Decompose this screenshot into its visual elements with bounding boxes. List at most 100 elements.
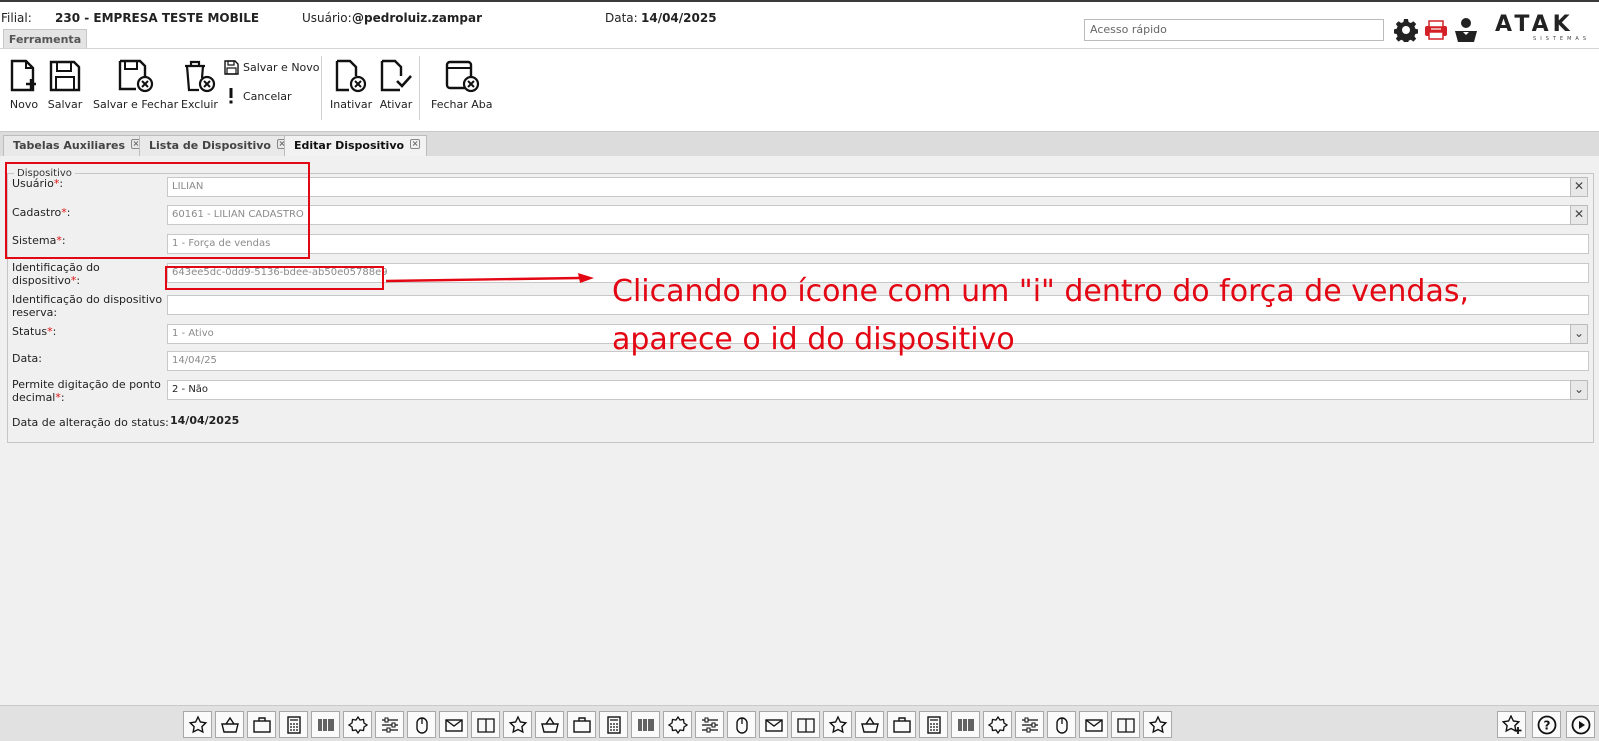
excluir-label: Excluir xyxy=(181,98,218,111)
printer-red-icon[interactable] xyxy=(1424,18,1448,42)
cadastro-field[interactable]: 60161 - LILIAN CADASTRO xyxy=(167,205,1571,225)
quick-access-input[interactable]: Acesso rápido xyxy=(1084,19,1384,41)
top-border xyxy=(0,0,1599,2)
barcode-icon[interactable] xyxy=(311,711,340,738)
calculator-2-icon[interactable] xyxy=(1079,711,1108,738)
ribbon-divider xyxy=(0,48,1599,49)
screen-money-icon[interactable] xyxy=(855,711,884,738)
tab-label: Lista de Dispositivo xyxy=(149,139,271,152)
tab-label: Tabelas Auxiliares xyxy=(13,139,126,152)
mouse-icon[interactable] xyxy=(407,711,436,738)
usuario-label: Usuário: xyxy=(302,11,352,25)
data-alteracao-label: Data de alteração do status: xyxy=(12,416,169,429)
cancelar-label: Cancelar xyxy=(243,89,292,103)
clear-usuario-button[interactable]: ✕ xyxy=(1570,177,1588,197)
fechar-aba-label: Fechar Aba xyxy=(431,98,493,111)
novo-button[interactable]: Novo xyxy=(6,58,42,111)
chevron-down-icon[interactable]: ⌄ xyxy=(1570,380,1588,400)
delivery-truck-icon[interactable] xyxy=(791,711,820,738)
printer-icon[interactable] xyxy=(663,711,692,738)
doc-check-icon xyxy=(378,58,414,94)
helmet-icon[interactable] xyxy=(983,711,1012,738)
annotation-text: Clicando no ícone com um "i" dentro do f… xyxy=(612,274,1470,357)
ativar-label: Ativar xyxy=(379,98,413,111)
factory-icon[interactable] xyxy=(727,711,756,738)
tab-tabelas-auxiliares[interactable]: Tabelas Auxiliares × xyxy=(3,135,149,157)
tab-editar-dispositivo[interactable]: Editar Dispositivo × xyxy=(284,135,428,158)
salvar-button[interactable]: Salvar xyxy=(47,58,83,111)
new-doc-icon xyxy=(6,58,42,94)
book-icon[interactable] xyxy=(471,711,500,738)
tab-label: Editar Dispositivo xyxy=(294,139,405,152)
salvar-fechar-label: Salvar e Fechar xyxy=(93,98,179,111)
tower-icon[interactable] xyxy=(567,711,596,738)
tab-lista-dispositivo[interactable]: Lista de Dispositivo × xyxy=(139,135,294,157)
toolbar-separator-2 xyxy=(419,56,420,120)
close-icon[interactable]: × xyxy=(410,139,421,149)
inativar-button[interactable]: Inativar xyxy=(330,58,372,111)
truck-money-icon[interactable] xyxy=(599,711,628,738)
arrows-cross-icon[interactable] xyxy=(823,711,852,738)
handshake-icon[interactable] xyxy=(919,711,948,738)
ativar-button[interactable]: Ativar xyxy=(378,58,414,111)
gear-icon[interactable] xyxy=(1394,18,1418,42)
star-add-icon[interactable] xyxy=(1497,711,1526,738)
toolbar-separator xyxy=(321,56,322,120)
highlight-box-id xyxy=(165,266,384,290)
cancelar-button[interactable]: Cancelar xyxy=(222,88,292,104)
salvar-novo-button[interactable]: Salvar e Novo xyxy=(222,59,320,75)
status-field-label: Status*: xyxy=(12,325,57,338)
tab-ferramenta[interactable]: Ferramenta xyxy=(3,29,87,49)
help-icon[interactable]: ? xyxy=(1532,711,1561,738)
sliders-icon[interactable] xyxy=(375,711,404,738)
coins-icon[interactable] xyxy=(631,711,660,738)
save-close-icon xyxy=(118,58,154,94)
fechar-aba-button[interactable]: Fechar Aba xyxy=(431,58,493,111)
save-small-icon xyxy=(222,59,240,75)
headset-icon[interactable] xyxy=(1111,711,1140,738)
filial-value: 230 - EMPRESA TESTE MOBILE xyxy=(55,11,260,25)
data-label: Data: xyxy=(605,11,638,25)
document-icon[interactable] xyxy=(887,711,916,738)
packages-icon[interactable] xyxy=(1143,711,1172,738)
play-icon[interactable] xyxy=(1566,711,1595,738)
cart-icon[interactable] xyxy=(1047,711,1076,738)
close-tab-icon xyxy=(444,58,480,94)
identificacao-field-label: Identificação do dispositivo*: xyxy=(12,261,100,287)
exclamation-icon xyxy=(222,88,240,104)
document-tabs: Tabelas Auxiliares × Lista de Dispositiv… xyxy=(0,131,1599,158)
inativar-label: Inativar xyxy=(330,98,373,111)
floppy-icon xyxy=(47,58,83,94)
star-icon[interactable] xyxy=(183,711,212,738)
svg-text:?: ? xyxy=(1543,718,1550,732)
basket-icon[interactable] xyxy=(215,711,244,738)
bottom-toolbar: ? xyxy=(0,705,1599,741)
usuario-field[interactable]: LILIAN xyxy=(167,177,1571,197)
permite-select[interactable]: 2 - Não xyxy=(167,380,1571,400)
data-value: 14/04/2025 xyxy=(641,11,717,25)
globe-icon[interactable] xyxy=(535,711,564,738)
doc-x-icon xyxy=(333,58,369,94)
excluir-button[interactable]: Excluir xyxy=(181,58,218,111)
box-icon[interactable] xyxy=(503,711,532,738)
salvar-novo-label: Salvar e Novo xyxy=(243,60,320,74)
novo-label: Novo xyxy=(9,98,39,111)
identificacao-reserva-label: Identificação do dispositivo reserva: xyxy=(12,293,163,319)
envelope-icon[interactable] xyxy=(439,711,468,738)
briefcase-icon[interactable] xyxy=(247,711,276,738)
bottle-icon[interactable] xyxy=(759,711,788,738)
helmet-2-icon[interactable] xyxy=(1015,711,1044,738)
arrow-icon xyxy=(385,273,594,283)
user-icon[interactable] xyxy=(1454,18,1478,42)
salvar-fechar-button[interactable]: Salvar e Fechar xyxy=(93,58,178,111)
sistema-field[interactable]: 1 - Força de vendas xyxy=(167,234,1589,254)
hat-icon[interactable] xyxy=(951,711,980,738)
highlight-box-fields xyxy=(5,162,310,259)
trash-icon xyxy=(181,58,217,94)
tools-icon[interactable] xyxy=(695,711,724,738)
usuario-value: @pedroluiz.zampar xyxy=(352,11,482,25)
salvar-label: Salvar xyxy=(47,98,83,111)
clear-cadastro-button[interactable]: ✕ xyxy=(1570,205,1588,225)
badge-icon[interactable] xyxy=(343,711,372,738)
calculator-icon[interactable] xyxy=(279,711,308,738)
